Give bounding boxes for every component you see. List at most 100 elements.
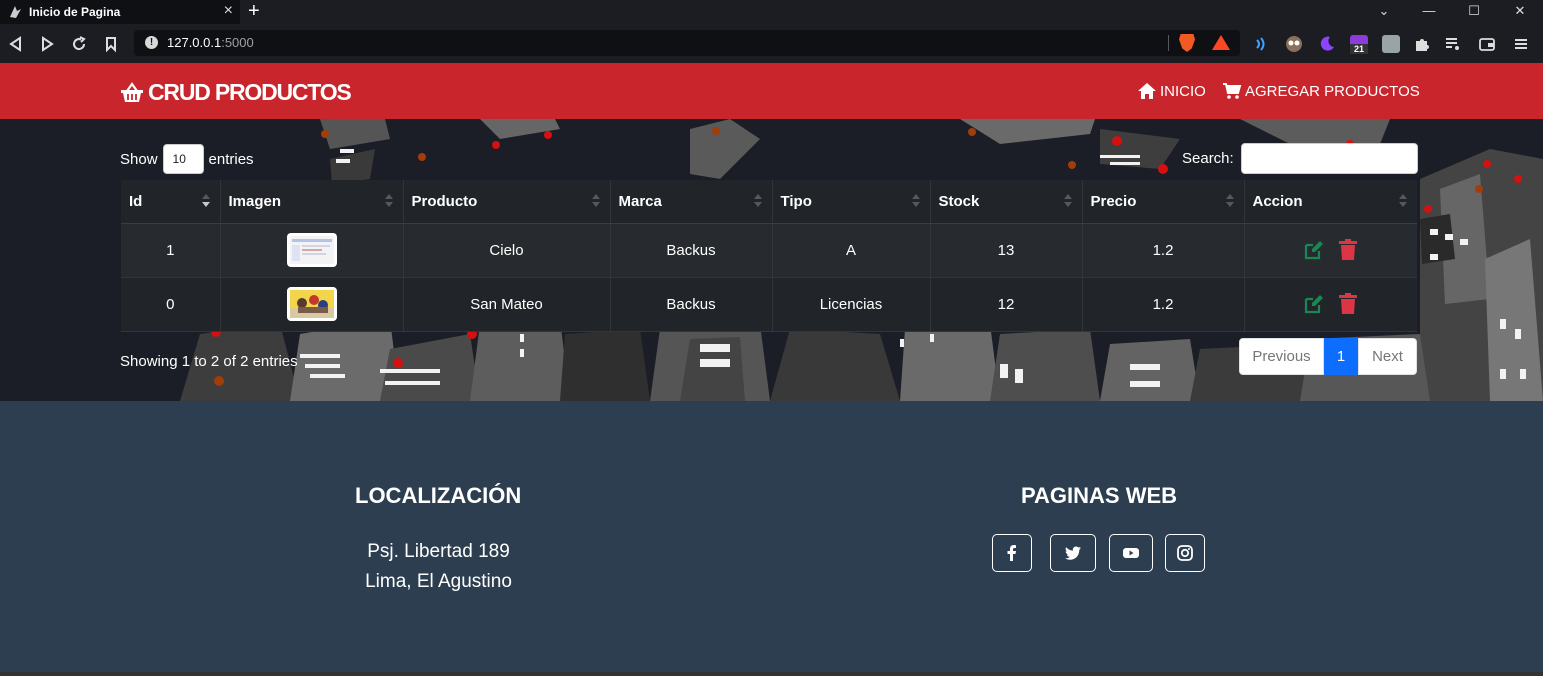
page-1-button[interactable]: 1 xyxy=(1324,338,1358,375)
nav-inicio-link[interactable]: INICIO xyxy=(1137,82,1206,100)
nav-agregar-label: AGREGAR PRODUCTOS xyxy=(1245,82,1420,100)
browser-tab-bar: Inicio de Pagina × + ⌄ — ☐ ✕ xyxy=(0,0,1543,24)
sort-icon xyxy=(1225,194,1234,210)
cell-producto: Cielo xyxy=(403,223,611,278)
sort-icon xyxy=(1399,194,1407,210)
cell-accion xyxy=(1244,277,1417,332)
cell-producto: San Mateo xyxy=(403,277,611,332)
basket-icon xyxy=(121,81,143,102)
sort-icon xyxy=(384,194,393,210)
wifi-extension-icon[interactable] xyxy=(1253,35,1271,53)
cell-marca: Backus xyxy=(610,223,773,278)
reload-icon[interactable] xyxy=(69,34,89,54)
cell-stock: 12 xyxy=(930,277,1083,332)
playlist-icon[interactable] xyxy=(1444,35,1462,53)
table-row: 0 San Mateo Backus Licencias 12 1.2 xyxy=(121,277,1417,332)
table-row: 1 Cielo Backus A 13 1.2 xyxy=(121,223,1417,278)
address-line-1: Psj. Libertad 189 xyxy=(367,541,510,562)
menu-icon[interactable] xyxy=(1512,35,1530,53)
cell-tipo: A xyxy=(772,223,931,278)
column-header-id[interactable]: Id xyxy=(121,180,221,224)
address: Psj. Libertad 189 Lima, El Agustino xyxy=(0,537,877,597)
bottom-strip xyxy=(0,672,1543,676)
table-info: Showing 1 to 2 of 2 entries xyxy=(120,353,298,370)
profile-extension-icon[interactable] xyxy=(1382,35,1400,53)
delete-icon[interactable] xyxy=(1338,293,1358,315)
column-header-marca[interactable]: Marca xyxy=(610,180,773,224)
twitter-icon xyxy=(1065,546,1081,560)
sort-icon xyxy=(1063,194,1072,210)
cell-imagen xyxy=(220,277,404,332)
site-navbar: CRUD PRODUCTOS INICIO AGREGAR PRODUCTOS xyxy=(0,63,1543,119)
sort-icon xyxy=(591,194,600,210)
product-thumbnail xyxy=(286,287,337,321)
tab-title: Inicio de Pagina xyxy=(29,5,121,19)
column-header-tipo[interactable]: Tipo xyxy=(772,180,931,224)
pagination: Previous 1 Next xyxy=(1239,338,1417,375)
sort-icon xyxy=(911,194,920,210)
home-icon xyxy=(1138,83,1156,99)
location-title: LOCALIZACIÓN xyxy=(355,483,522,508)
entries-label: entries xyxy=(208,150,254,168)
youtube-icon xyxy=(1123,548,1139,558)
brave-rewards-icon[interactable] xyxy=(1212,35,1230,50)
favicon-icon xyxy=(10,6,21,18)
column-header-producto[interactable]: Producto xyxy=(403,180,611,224)
wallet-icon[interactable] xyxy=(1478,35,1496,53)
next-page-button[interactable]: Next xyxy=(1358,338,1417,375)
extensions-puzzle-icon[interactable] xyxy=(1413,35,1431,53)
owl-extension-icon[interactable] xyxy=(1285,35,1303,53)
sort-icon xyxy=(753,194,762,210)
browser-toolbar: ! 127.0.0.1:5000 21 xyxy=(0,24,1543,63)
forward-icon[interactable] xyxy=(37,34,57,54)
youtube-button[interactable] xyxy=(1109,534,1153,572)
twitch-extension-icon[interactable]: 21 xyxy=(1350,35,1368,54)
dark-mode-icon[interactable] xyxy=(1318,35,1336,53)
column-header-imagen[interactable]: Imagen xyxy=(220,180,404,224)
tab-search-icon[interactable]: ⌄ xyxy=(1361,0,1407,24)
delete-icon[interactable] xyxy=(1338,239,1358,261)
twitter-button[interactable] xyxy=(1050,534,1096,572)
minimize-button[interactable]: — xyxy=(1406,0,1452,24)
edit-icon[interactable] xyxy=(1304,293,1324,315)
tab-close-icon[interactable]: × xyxy=(224,2,233,20)
search-input[interactable] xyxy=(1240,143,1418,174)
nav-agregar-link[interactable]: AGREGAR PRODUCTOS xyxy=(1222,82,1420,100)
column-header-precio[interactable]: Precio xyxy=(1082,180,1245,224)
cell-stock: 13 xyxy=(930,223,1083,278)
search-label: Search: xyxy=(1182,150,1234,167)
browser-tab[interactable]: Inicio de Pagina × xyxy=(0,0,240,24)
facebook-button[interactable] xyxy=(992,534,1032,572)
product-thumbnail xyxy=(286,233,337,267)
cell-marca: Backus xyxy=(610,277,773,332)
cell-id: 1 xyxy=(121,223,221,278)
page-length-select[interactable]: 10 xyxy=(162,144,204,174)
cell-accion xyxy=(1244,223,1417,278)
web-pages-title: PAGINAS WEB xyxy=(1021,483,1178,508)
show-label: Show xyxy=(120,150,158,168)
new-tab-button[interactable]: + xyxy=(248,0,260,22)
brand-link[interactable]: CRUD PRODUCTOS xyxy=(120,79,352,106)
bookmark-icon[interactable] xyxy=(101,34,121,54)
cell-precio: 1.2 xyxy=(1082,277,1245,332)
cell-id: 0 xyxy=(121,277,221,332)
brave-shields-icon[interactable] xyxy=(1179,34,1195,52)
site-info-icon[interactable]: ! xyxy=(145,36,158,49)
url-divider xyxy=(1168,35,1169,51)
page-length-control: Show 10 entries xyxy=(120,144,254,174)
maximize-button[interactable]: ☐ xyxy=(1451,0,1497,24)
brand-title: CRUD PRODUCTOS xyxy=(148,79,352,105)
column-header-accion[interactable]: Accion xyxy=(1244,180,1417,224)
address-bar[interactable]: ! 127.0.0.1:5000 xyxy=(134,30,1240,56)
cell-imagen xyxy=(220,223,404,278)
column-header-stock[interactable]: Stock xyxy=(930,180,1083,224)
close-window-button[interactable]: ✕ xyxy=(1497,0,1543,24)
previous-page-button[interactable]: Previous xyxy=(1239,338,1324,375)
back-icon[interactable] xyxy=(6,34,26,54)
products-table: Id Imagen Producto Marca Tipo Stock Prec… xyxy=(121,180,1417,332)
edit-icon[interactable] xyxy=(1304,239,1324,261)
site-footer: LOCALIZACIÓN Psj. Libertad 189 Lima, El … xyxy=(0,401,1543,672)
instagram-icon xyxy=(1177,545,1193,561)
product-image-screenshot xyxy=(289,236,334,264)
instagram-button[interactable] xyxy=(1165,534,1205,572)
